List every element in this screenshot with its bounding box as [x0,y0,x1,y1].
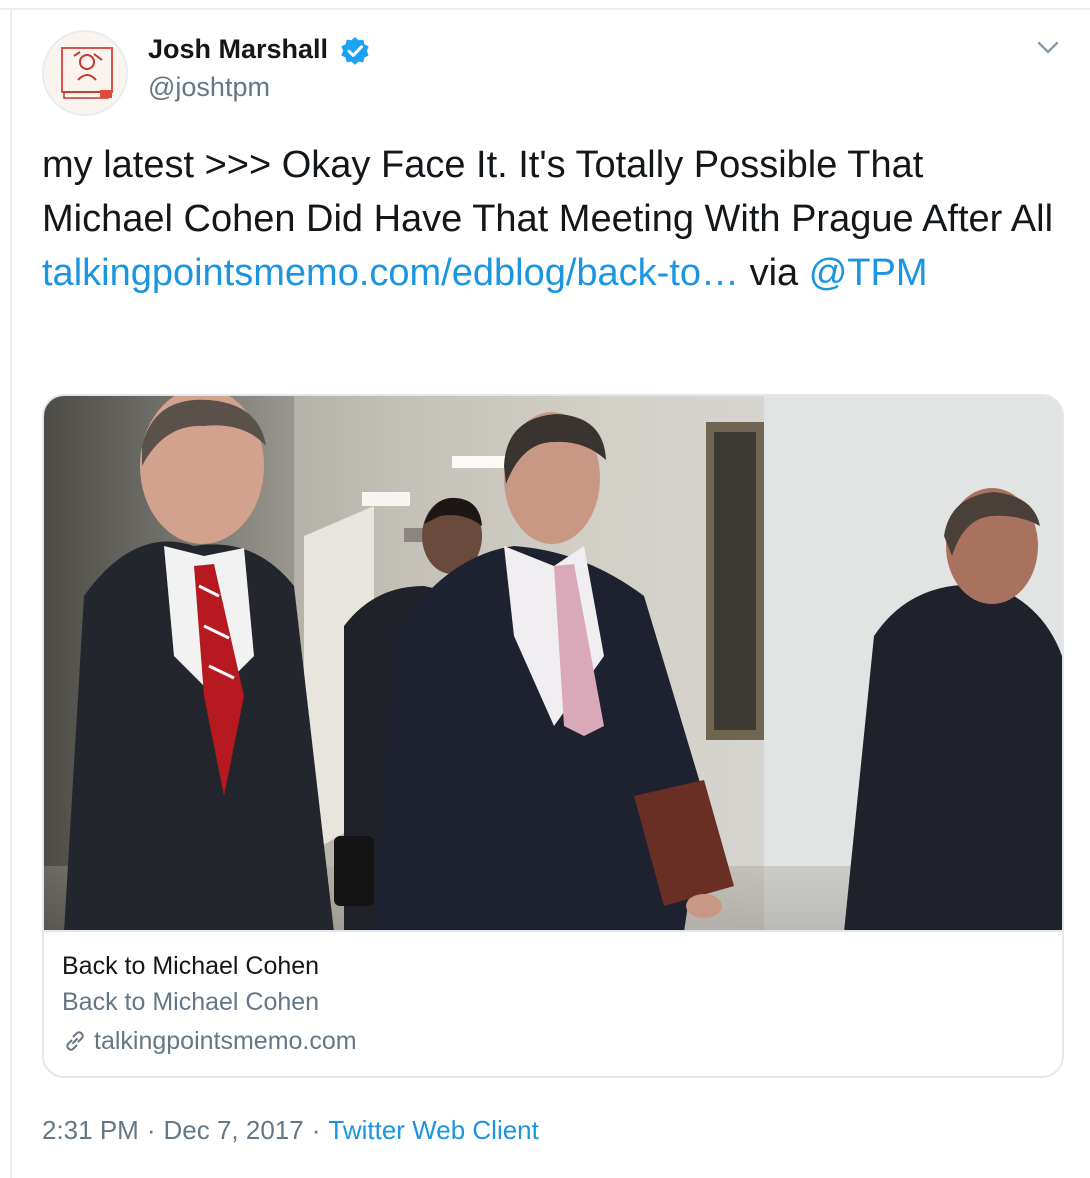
chevron-down-icon[interactable] [1036,40,1060,56]
author-avatar[interactable] [42,30,128,116]
mention-link[interactable]: @TPM [809,252,928,294]
news-photo [44,396,1062,930]
tweet-text: my latest >>> Okay Face It. It's Totally… [42,138,1062,300]
link-icon [66,1031,84,1051]
link-preview-card[interactable]: Back to Michael Cohen Back to Michael Co… [42,394,1064,1078]
source-client-link[interactable]: Twitter Web Client [328,1115,538,1145]
cartoon-avatar-icon [44,32,126,114]
verified-badge-icon [341,37,369,65]
tweet-link[interactable]: talkingpointsmemo.com/edblog/back-to… [42,252,739,294]
tweet-time[interactable]: 2:31 PM [42,1115,139,1145]
card-title: Back to Michael Cohen [62,952,320,980]
tweet-text-body: my latest >>> Okay Face It. It's Totally… [42,144,1054,240]
card-domain-row: talkingpointsmemo.com [62,1026,357,1056]
tweet-date[interactable]: Dec 7, 2017 [164,1115,304,1145]
author-name[interactable]: Josh Marshall [148,34,328,65]
card-image[interactable] [44,396,1062,932]
tweet-metadata: 2:31 PM · Dec 7, 2017 · Twitter Web Client [42,1115,539,1146]
card-description: Back to Michael Cohen [62,988,320,1016]
card-domain: talkingpointsmemo.com [94,1026,357,1055]
author-handle[interactable]: @joshtpm [148,72,270,103]
meta-separator: · [146,1115,156,1145]
timeline-top-border [0,0,1090,10]
tweet: Josh Marshall @joshtpm my latest >>> Oka… [12,12,1090,1178]
meta-separator-2: · [311,1115,321,1145]
tweet-text-via: via [739,252,809,294]
